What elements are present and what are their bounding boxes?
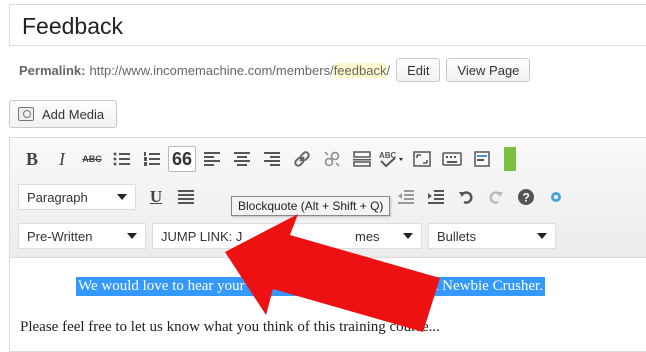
fullscreen-icon[interactable] (408, 146, 436, 172)
selected-text-part-1: We would love to hear your th (78, 278, 261, 294)
blockquote-tooltip: Blockquote (Alt + Shift + Q) (231, 196, 391, 216)
link-icon[interactable] (288, 146, 316, 172)
permalink-url-suffix: / (386, 62, 391, 78)
selected-text-part-3: ut Newbie Crusher. (426, 278, 543, 294)
align-center-icon[interactable] (228, 146, 256, 172)
selected-text-part-2: ts and comm (300, 278, 377, 294)
post-title-text: Feedback (22, 13, 124, 39)
permalink-row: Permalink: http://www.incomemachine.com/… (19, 57, 531, 83)
camera-icon (18, 107, 34, 121)
permalink-url-prefix: http://www.incomemachine.com/members/ (89, 62, 334, 78)
underline-icon[interactable]: U (142, 184, 170, 210)
align-left-icon[interactable] (198, 146, 226, 172)
third-select[interactable]: mes (286, 223, 422, 249)
selected-text-line[interactable]: We would love to hear your th ts and comm… (76, 277, 545, 296)
help-icon[interactable]: ? (512, 184, 540, 210)
read-more-icon[interactable] (348, 146, 376, 172)
align-right-icon[interactable] (258, 146, 286, 172)
third-select-value: mes (355, 228, 380, 244)
bullets-select[interactable]: Bullets (428, 223, 556, 249)
jump-link-select-value: JUMP LINK: J (161, 228, 243, 244)
italic-icon[interactable]: I (48, 146, 76, 172)
redo-icon[interactable] (482, 184, 510, 210)
keyboard-icon[interactable] (438, 146, 466, 172)
plugin-icon[interactable] (504, 147, 516, 171)
form-icon[interactable] (468, 146, 496, 172)
plugin-icon-2[interactable] (542, 184, 570, 210)
outdent-icon[interactable] (392, 184, 420, 210)
post-title-field[interactable]: Feedback (9, 4, 646, 46)
format-select-value: Paragraph (27, 189, 88, 205)
justify-icon[interactable] (172, 184, 200, 210)
view-page-button[interactable]: View Page (446, 58, 531, 82)
chevron-down-icon (117, 194, 127, 200)
chevron-down-icon (261, 233, 271, 239)
jump-link-select[interactable]: JUMP LINK: J (152, 223, 280, 249)
bullets-select-value: Bullets (437, 228, 477, 244)
undo-icon[interactable] (452, 184, 480, 210)
format-select[interactable]: Paragraph (18, 184, 136, 210)
post-editor: B I ABC 66 ABC Paragraph U ? Pre-Written… (9, 137, 646, 352)
numbered-list-icon[interactable] (138, 146, 166, 172)
unlink-icon[interactable] (318, 146, 346, 172)
bullet-list-icon[interactable] (108, 146, 136, 172)
prewritten-select[interactable]: Pre-Written (18, 223, 146, 249)
blockquote-icon[interactable]: 66 (168, 146, 196, 172)
editor-content[interactable]: We would love to hear your th ts and comm… (10, 259, 646, 352)
permalink-label: Permalink: (19, 62, 86, 78)
chevron-down-icon (537, 233, 547, 239)
strikethrough-icon[interactable]: ABC (78, 146, 106, 172)
chevron-down-icon (403, 233, 413, 239)
edit-permalink-button[interactable]: Edit (396, 58, 441, 82)
svg-text:?: ? (523, 191, 530, 205)
prewritten-select-value: Pre-Written (27, 228, 93, 244)
indent-icon[interactable] (422, 184, 450, 210)
add-media-label: Add Media (42, 106, 105, 122)
chevron-down-icon (127, 233, 137, 239)
permalink-slug[interactable]: feedback (333, 62, 387, 78)
spellcheck-icon[interactable]: ABC (378, 146, 406, 172)
toolbar-row-1: B I ABC 66 ABC (18, 144, 518, 174)
add-media-button[interactable]: Add Media (9, 100, 118, 128)
paragraph-text[interactable]: Please feel free to let us know what you… (20, 319, 440, 336)
bold-icon[interactable]: B (18, 146, 46, 172)
toolbar-row-3: Pre-Written JUMP LINK: J mes Bullets (18, 221, 562, 251)
